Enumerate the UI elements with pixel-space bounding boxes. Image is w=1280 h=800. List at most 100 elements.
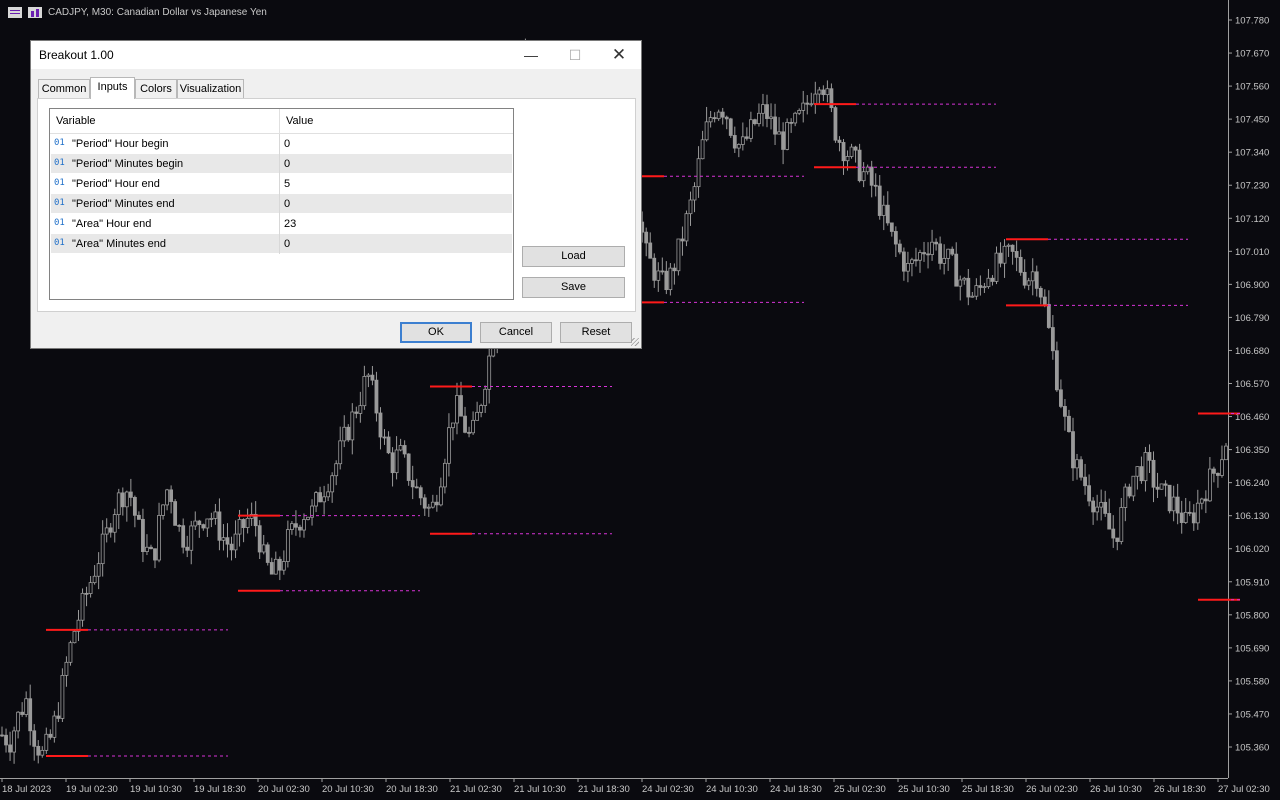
candle-body — [378, 412, 383, 438]
candle-body — [390, 452, 395, 474]
price-tick-label: 106.900 — [1235, 280, 1269, 291]
candle-body — [68, 642, 73, 663]
candle-body — [789, 121, 794, 124]
input-row[interactable]: 01 "Area" Minutes end 0 — [51, 234, 512, 254]
candle-body — [1151, 459, 1156, 488]
candle-body — [1155, 486, 1160, 490]
tab-inputs[interactable]: Inputs — [90, 77, 135, 99]
candle-body — [1079, 459, 1083, 478]
input-value[interactable]: 5 — [284, 178, 290, 190]
candle-body — [672, 267, 677, 272]
candle-body — [434, 501, 439, 506]
candle-body — [765, 104, 769, 119]
tab-colors[interactable]: Colors — [135, 79, 177, 98]
input-row[interactable]: 01 "Period" Hour begin 0 — [51, 134, 512, 154]
candle-body — [96, 563, 101, 577]
candle-body — [821, 89, 826, 96]
save-button[interactable]: Save — [522, 277, 625, 298]
input-row[interactable]: 01 "Period" Minutes begin 0 — [51, 154, 512, 174]
column-header-value[interactable]: Value — [286, 115, 313, 127]
input-row[interactable]: 01 "Area" Hour end 23 — [51, 214, 512, 234]
candle-body — [169, 489, 174, 502]
integer-type-icon: 01 — [54, 138, 65, 148]
input-value[interactable]: 0 — [284, 138, 290, 150]
dialog-titlebar[interactable]: Breakout 1.00 — ☐ ✕ — [31, 41, 641, 69]
candle-body — [1022, 271, 1027, 286]
minimize-button[interactable]: — — [509, 41, 553, 69]
price-tick-label: 106.020 — [1235, 544, 1269, 555]
time-tick-label: 20 Jul 10:30 — [322, 784, 374, 795]
candle-body — [285, 529, 290, 562]
candle-body — [225, 537, 230, 545]
price-tick-label: 107.010 — [1235, 247, 1269, 258]
candle-body — [785, 121, 790, 150]
candle-body — [922, 252, 926, 255]
input-value[interactable]: 0 — [284, 238, 290, 250]
candle-body — [406, 453, 411, 481]
candle-body — [422, 497, 427, 509]
time-tick-label: 24 Jul 02:30 — [642, 784, 694, 795]
candle-body — [998, 252, 1003, 264]
candle-body — [644, 231, 649, 244]
candle-body — [805, 102, 810, 105]
candle-body — [1123, 486, 1128, 508]
candle-body — [205, 518, 210, 529]
candle-body — [982, 286, 987, 289]
candle-body — [402, 445, 407, 455]
candle-body — [1087, 485, 1091, 502]
price-tick-label: 105.580 — [1235, 676, 1269, 687]
candle-body — [84, 592, 89, 595]
candle-body — [740, 136, 745, 145]
candle-body — [1147, 452, 1152, 461]
reset-button[interactable]: Reset — [560, 322, 632, 343]
chart-window-icon[interactable] — [28, 7, 42, 18]
input-row[interactable]: 01 "Period" Hour end 5 — [51, 174, 512, 194]
candle-body — [1135, 466, 1140, 477]
candle-body — [897, 243, 902, 253]
tab-common[interactable]: Common — [38, 79, 90, 98]
candle-body — [1091, 500, 1096, 513]
close-button[interactable]: ✕ — [597, 41, 641, 69]
candle-body — [757, 112, 761, 125]
candle-body — [1111, 528, 1116, 539]
candle-body — [857, 149, 862, 182]
input-value[interactable]: 0 — [284, 158, 290, 170]
candle-body — [32, 730, 37, 747]
candle-body — [684, 213, 689, 242]
candle-body — [302, 519, 306, 531]
maximize-button[interactable]: ☐ — [553, 41, 597, 69]
input-variable-name: "Period" Minutes begin — [72, 158, 184, 170]
cancel-button[interactable]: Cancel — [480, 322, 552, 343]
input-value[interactable]: 0 — [284, 198, 290, 210]
ok-button[interactable]: OK — [400, 322, 472, 343]
time-tick-label: 19 Jul 18:30 — [194, 784, 246, 795]
candle-body — [1014, 251, 1019, 258]
candle-body — [201, 524, 206, 529]
input-value[interactable]: 23 — [284, 218, 296, 230]
resize-grip-icon[interactable] — [631, 338, 639, 346]
candle-body — [334, 463, 339, 477]
time-tick-label: 25 Jul 10:30 — [898, 784, 950, 795]
candle-body — [1034, 271, 1039, 289]
tab-visualization[interactable]: Visualization — [177, 79, 244, 98]
candle-body — [901, 251, 906, 272]
candle-body — [958, 279, 963, 287]
time-tick-label: 21 Jul 02:30 — [450, 784, 502, 795]
candle-body — [793, 112, 798, 124]
candle-body — [696, 158, 701, 188]
column-header-variable[interactable]: Variable — [56, 115, 96, 127]
candle-body — [801, 102, 806, 111]
load-button[interactable]: Load — [522, 246, 625, 267]
candle-body — [124, 491, 129, 508]
candle-body — [487, 355, 492, 390]
candle-body — [938, 243, 943, 264]
time-tick-label: 24 Jul 10:30 — [706, 784, 758, 795]
candle-body — [370, 374, 375, 381]
input-row[interactable]: 01 "Period" Minutes end 0 — [51, 194, 512, 214]
chart-list-icon[interactable] — [8, 7, 22, 18]
candle-body — [736, 144, 741, 149]
candle-body — [16, 711, 21, 732]
price-tick-label: 106.350 — [1235, 445, 1269, 456]
candle-body — [1203, 498, 1208, 502]
candle-body — [438, 486, 443, 506]
